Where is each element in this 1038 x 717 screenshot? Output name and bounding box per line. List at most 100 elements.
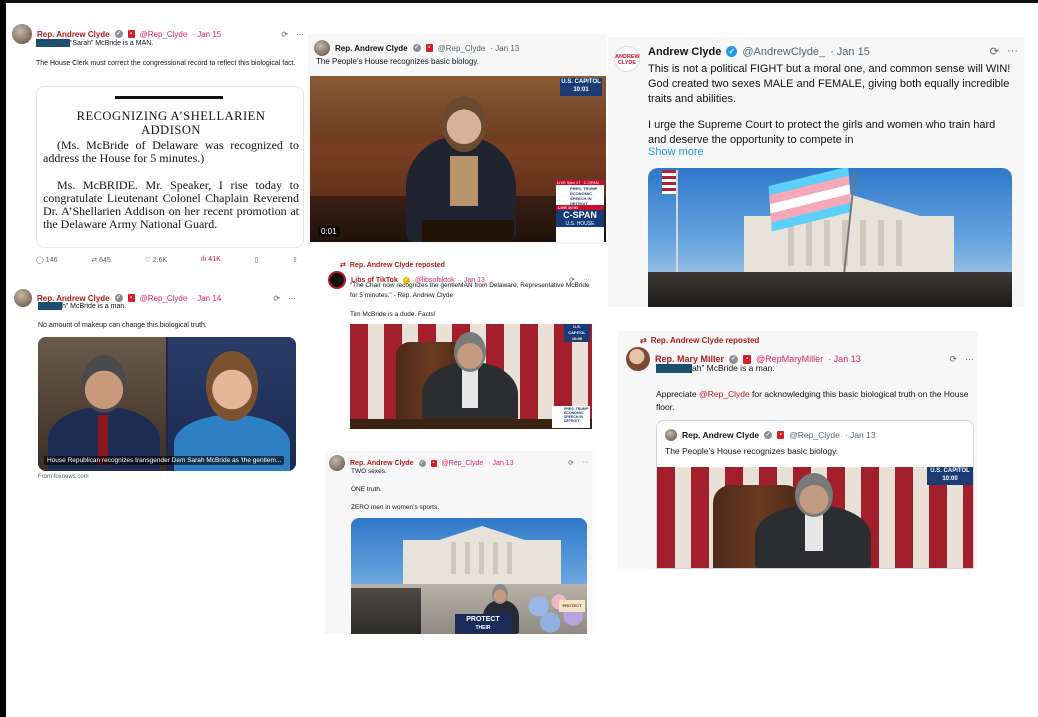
more-options-icon[interactable]: ··· <box>582 459 589 467</box>
verified-badge-icon: ✓ <box>114 294 123 302</box>
author-name[interactable]: Rep. Andrew Clyde <box>335 44 408 53</box>
link-card-image[interactable]: House Republican recognizes transgender … <box>38 337 296 471</box>
repost-label[interactable]: Rep. Andrew Clyde reposted <box>651 336 760 345</box>
reply-icon: ◯ <box>36 257 44 264</box>
cspan-channel: U.S. HOUSE <box>556 221 604 227</box>
quoted-text: The People’s House recognizes basic biol… <box>665 446 839 456</box>
house-floor-video[interactable]: U.S. CAPITOL 10:01 0:01 LIVE Sjan 17 · C… <box>310 76 606 242</box>
tweet-card-supreme-court[interactable]: ANDREW CLYDE Andrew Clyde ✓ @AndrewClyde… <box>608 37 1024 307</box>
author-handle[interactable]: @AndrewClyde_ <box>742 46 825 58</box>
bug-label: U.S. CAPITOL <box>561 79 601 85</box>
grok-icon[interactable]: ⟳ <box>990 45 999 58</box>
tweet-line-3: ZERO men in women’s sports. <box>351 504 440 511</box>
header-icons: ⟳ ··· <box>273 294 296 303</box>
bug-label: U.S. CAPITOL <box>568 324 586 335</box>
flag-icon: ▪ <box>777 431 785 439</box>
quoted-author-name[interactable]: Rep. Andrew Clyde <box>682 430 759 440</box>
post-date[interactable]: · Jan 13 <box>828 354 861 364</box>
court-column <box>493 542 498 574</box>
supreme-court-photo[interactable] <box>648 168 1012 307</box>
congressional-record-image[interactable]: RECOGNIZING A’SHELLARIEN ADDISON (Ms. Mc… <box>36 86 304 248</box>
tweet-card-libs-of-tiktok[interactable]: ⇄ Rep. Andrew Clyde reposted Libs of TikT… <box>322 258 598 434</box>
like-button[interactable]: ♡ 2.6K <box>145 256 168 264</box>
tweet-card-house-recognizes[interactable]: Rep. Andrew Clyde ✓ ▪ @Rep_Clyde · Jan 1… <box>308 34 606 244</box>
speaker-head <box>795 473 833 517</box>
post-date[interactable]: · Jan 14 <box>192 294 221 303</box>
quoted-post-date[interactable]: · Jan 13 <box>845 430 876 440</box>
tweet-appreciate: Appreciate @Rep_Clyde for acknowledging … <box>656 388 974 414</box>
repost-label[interactable]: Rep. Andrew Clyde reposted <box>350 262 445 269</box>
reply-count: 146 <box>45 257 58 264</box>
bookmark-icon[interactable]: ▯ <box>255 256 259 264</box>
tweet-line-2: ONE truth. <box>351 486 382 493</box>
tweet-line-1: ah” McBride is a man. <box>656 363 775 374</box>
appreciate-text: Appreciate <box>656 389 699 399</box>
more-options-icon[interactable]: ··· <box>1007 45 1018 58</box>
top-border <box>0 0 1038 3</box>
quoted-header: Rep. Andrew Clyde ✓ ▪ @Rep_Clyde · Jan 1… <box>665 429 876 441</box>
quoted-tweet[interactable]: Rep. Andrew Clyde ✓ ▪ @Rep_Clyde · Jan 1… <box>656 420 974 569</box>
views-button[interactable]: ılı 41K <box>201 256 221 264</box>
avatar[interactable] <box>626 347 650 371</box>
flag-icon: ▪ <box>127 30 135 38</box>
share-icon[interactable]: ⇪ <box>292 256 298 264</box>
post-date[interactable]: · Jan 15 <box>830 46 870 58</box>
author-handle[interactable]: @Rep_Clyde <box>442 460 484 467</box>
tweet-card-mary-miller[interactable]: ⇄ Rep. Andrew Clyde reposted Rep. Mary Mi… <box>618 331 978 569</box>
post-date[interactable]: · Jan 15 <box>192 30 221 39</box>
engagement-bar: ◯ 146 ⇄ 645 ♡ 2.6K ılı 41K ▯ ⇪ <box>36 256 298 264</box>
avatar[interactable] <box>12 24 32 44</box>
rally-crowd-left <box>351 588 421 634</box>
bug-time: 10:00 <box>564 336 590 342</box>
avatar[interactable] <box>314 40 330 56</box>
tweet-header: Rep. Andrew Clyde ✓ ▪ @Rep_Clyde · Jan 1… <box>314 40 519 56</box>
grok-icon[interactable]: ⟳ <box>568 459 574 467</box>
quoted-avatar[interactable] <box>665 429 677 441</box>
author-name[interactable]: Andrew Clyde <box>648 46 721 58</box>
sign-line-1: PROTECT <box>466 616 500 623</box>
repost-icon: ⇄ <box>640 336 647 345</box>
house-floor-photo[interactable]: U.S. CAPITOL 10:00 PRES. TRUMP ECONOMIC … <box>350 324 592 429</box>
supreme-court-rally-photo[interactable]: PROTECT THEIR PROTECT <box>351 518 587 634</box>
repost-banner: ⇄ Rep. Andrew Clyde reposted <box>640 336 759 345</box>
court-column <box>479 542 484 574</box>
grok-icon[interactable]: ⟳ <box>273 294 280 303</box>
view-count: 41K <box>208 256 221 263</box>
tweet-line-2: The House Clerk must correct the congres… <box>36 60 296 67</box>
author-handle[interactable]: @Rep_Clyde <box>438 44 486 53</box>
quoted-author-handle[interactable]: @Rep_Clyde <box>789 430 840 440</box>
mention-link[interactable]: @Rep_Clyde <box>699 389 750 399</box>
tweet-card-clerk-record[interactable]: Rep. Andrew Clyde ✓ ▪ @Rep_Clyde · Jan 1… <box>8 20 308 270</box>
post-date[interactable]: · Jan 13 <box>488 460 513 467</box>
grok-icon[interactable]: ⟳ <box>281 30 288 39</box>
reply-button[interactable]: ◯ 146 <box>36 256 57 264</box>
more-options-icon[interactable]: ··· <box>296 30 304 39</box>
more-options-icon[interactable]: ··· <box>288 294 296 303</box>
grok-icon[interactable]: ⟳ <box>949 354 957 365</box>
campaign-logo[interactable]: ANDREW CLYDE <box>614 46 640 72</box>
avatar[interactable] <box>14 289 32 307</box>
verified-badge-icon: ✓ <box>726 46 738 57</box>
author-name[interactable]: Rep. Andrew Clyde <box>350 460 414 467</box>
post-date[interactable]: · Jan 13 <box>490 44 519 53</box>
court-column <box>507 542 512 574</box>
tweet-card-makeup[interactable]: Rep. Andrew Clyde ✓ ▪ @Rep_Clyde · Jan 1… <box>8 285 300 481</box>
tweet-card-two-sexes[interactable]: Rep. Andrew Clyde ✓ ▪ @Rep_Clyde · Jan 1… <box>325 451 593 634</box>
author-handle[interactable]: @Rep_Clyde <box>140 294 188 303</box>
protest-crowd <box>648 272 1012 307</box>
court-column <box>896 220 902 266</box>
header-icons: ⟳ ··· <box>949 354 974 365</box>
avatar[interactable] <box>328 271 346 289</box>
repost-banner: ⇄ Rep. Andrew Clyde reposted <box>340 261 445 270</box>
more-options-icon[interactable]: ··· <box>965 354 974 365</box>
show-more-link[interactable]: Show more <box>648 146 704 158</box>
header-icons: ⟳ ··· <box>990 45 1018 58</box>
avatar[interactable] <box>329 455 345 471</box>
pres-speech-note: PRES. TRUMP ECONOMIC SPEECH IN DETROIT <box>552 406 590 428</box>
link-source[interactable]: From foxnews.com <box>38 474 89 480</box>
author-name[interactable]: Rep. Andrew Clyde <box>37 30 110 39</box>
author-handle[interactable]: @Rep_Clyde <box>140 30 188 39</box>
quoted-house-floor-photo[interactable]: U.S. CAPITOL 10:00 <box>657 467 973 568</box>
speaker-head <box>454 332 486 372</box>
repost-button[interactable]: ⇄ 645 <box>91 256 111 264</box>
